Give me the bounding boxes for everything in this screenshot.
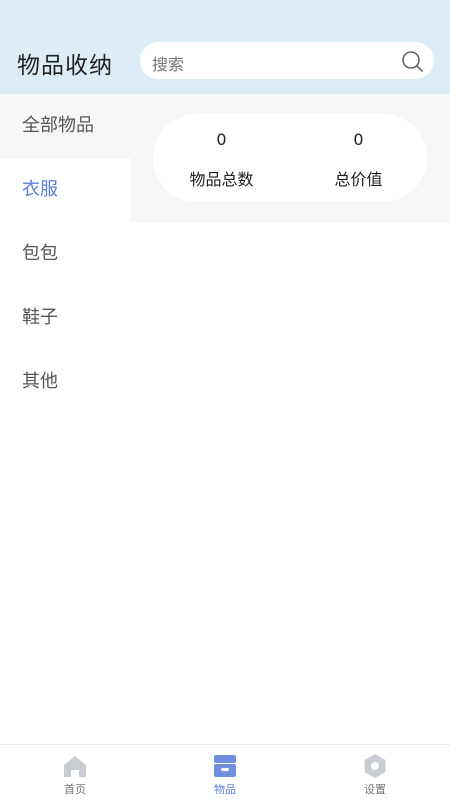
stat-total-count: 0 物品总数 (153, 114, 290, 202)
stat-value: 0 (216, 130, 227, 149)
stats-card: 0 物品总数 0 总价值 (153, 114, 427, 202)
stat-total-value: 0 总价值 (290, 114, 427, 202)
bottom-tabbar: 首页 物品 设置 (0, 744, 450, 800)
stat-label: 总价值 (334, 170, 383, 189)
tab-label: 物品 (214, 783, 236, 796)
home-icon (64, 756, 86, 777)
sidebar-item-all[interactable]: 全部物品 (0, 94, 130, 158)
sidebar-item-label: 鞋子 (22, 307, 58, 328)
sidebar-item-label: 其他 (22, 371, 58, 392)
sidebar-item-label: 包包 (22, 243, 58, 264)
tab-home[interactable]: 首页 (0, 745, 150, 800)
search-placeholder: 搜索 (152, 55, 185, 74)
settings-icon (364, 754, 386, 778)
search-input[interactable]: 搜索 (140, 42, 434, 79)
app-header: 物品收纳 搜索 (0, 0, 450, 94)
sidebar-item-other[interactable]: 其他 (0, 350, 130, 414)
sidebar-item-label: 全部物品 (22, 115, 94, 136)
category-sidebar: 全部物品 衣服 包包 鞋子 其他 (0, 94, 130, 744)
sidebar-item-shoes[interactable]: 鞋子 (0, 286, 130, 350)
search-icon[interactable] (400, 49, 424, 73)
sidebar-item-bags[interactable]: 包包 (0, 222, 130, 286)
box-icon (214, 755, 236, 777)
tab-items[interactable]: 物品 (150, 745, 300, 800)
page-title: 物品收纳 (17, 53, 113, 79)
stat-value: 0 (353, 130, 364, 149)
tab-label: 首页 (64, 783, 86, 796)
tab-label: 设置 (364, 783, 386, 796)
sidebar-item-clothes[interactable]: 衣服 (0, 158, 130, 222)
sidebar-item-label: 衣服 (22, 179, 58, 200)
tab-settings[interactable]: 设置 (300, 745, 450, 800)
stat-label: 物品总数 (189, 170, 254, 189)
